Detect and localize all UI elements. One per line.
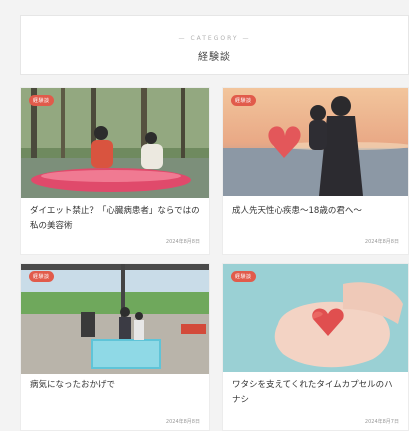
category-title: 経験談 — [198, 52, 231, 63]
article-date: 2024年8月7日 — [364, 419, 399, 425]
category-badge: 経験談 — [231, 271, 256, 282]
article-card-diet[interactable]: 経験談 ダイエット禁止？「心臓病患者」ならではの私の美容術 2024年8月8日 — [20, 87, 210, 255]
category-header: — CATEGORY — 経験談 — [20, 15, 409, 75]
article-date: 2024年8月8日 — [165, 239, 200, 245]
article-card-illness[interactable]: 経験談 病気になったおかげで 2024年8月8日 — [20, 263, 210, 431]
article-title[interactable]: ダイエット禁止？「心臓病患者」ならではの私の美容術 — [30, 204, 200, 234]
category-badge: 経験談 — [231, 95, 256, 106]
article-card-timecapsule[interactable]: 経験談 ワタシを支えてくれたタイムカプセルのハナシ 2024年8月7日 — [222, 263, 409, 431]
article-title[interactable]: ワタシを支えてくれたタイムカプセルのハナシ — [232, 378, 399, 408]
article-thumbnail-sunset[interactable]: 経験談 — [223, 88, 408, 196]
article-date: 2024年8月8日 — [364, 239, 399, 245]
article-title[interactable]: 成人先天性心疾患～18歳の君へ～ — [232, 204, 399, 219]
category-label: — CATEGORY — — [178, 35, 251, 42]
article-thumbnail-kayak[interactable]: 経験談 — [21, 88, 209, 198]
category-badge: 経験談 — [29, 95, 54, 106]
article-date: 2024年8月8日 — [165, 419, 200, 425]
article-card-congenital[interactable]: 経験談 成人先天性心疾患～18歳の君へ～ 2024年8月8日 — [222, 87, 409, 255]
article-thumbnail-pool[interactable]: 経験談 — [21, 264, 209, 374]
article-thumbnail-heart-hands[interactable]: 経験談 — [223, 264, 408, 372]
category-badge: 経験談 — [29, 271, 54, 282]
article-title[interactable]: 病気になったおかげで — [30, 378, 200, 393]
